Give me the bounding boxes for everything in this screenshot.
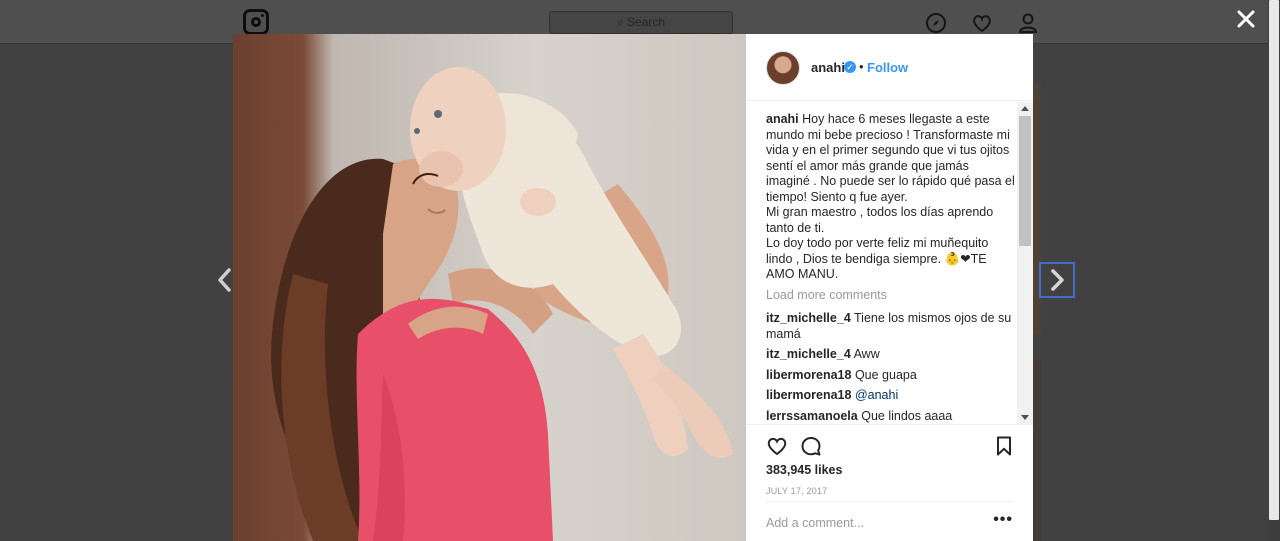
- comment-username[interactable]: itz_michelle_4: [766, 311, 851, 325]
- comment-bubble-icon[interactable]: [800, 435, 822, 457]
- load-more-comments-link[interactable]: Load more comments: [766, 288, 1016, 304]
- like-heart-icon[interactable]: [766, 435, 788, 457]
- scroll-up-arrow-icon[interactable]: [1021, 106, 1029, 111]
- post-details-panel: anahi ✓ • Follow anahi Hoy hace 6 meses …: [746, 34, 1033, 541]
- comment-mention-link[interactable]: @anahi: [855, 388, 898, 402]
- add-comment-section: •••: [766, 501, 1013, 541]
- comment-username[interactable]: itz_michelle_4: [766, 347, 851, 361]
- caption-username[interactable]: anahi: [766, 112, 799, 126]
- post-modal: anahi ✓ • Follow anahi Hoy hace 6 meses …: [233, 34, 1033, 541]
- post-photo[interactable]: [233, 34, 746, 541]
- post-header: anahi ✓ • Follow: [746, 34, 1033, 101]
- separator-dot: •: [859, 59, 864, 74]
- mother-and-baby-photo: [271, 67, 733, 541]
- comment-item: libermorena18 @anahi: [766, 388, 1016, 404]
- caption-text: Hoy hace 6 meses llegaste a este mundo m…: [766, 112, 1015, 281]
- scroll-down-arrow-icon[interactable]: [1021, 415, 1029, 420]
- window-scrollbar[interactable]: [1268, 0, 1280, 541]
- avatar[interactable]: [766, 51, 800, 85]
- save-bookmark-icon[interactable]: [993, 435, 1015, 457]
- comment-item: itz_michelle_4 Tiene los mismos ojos de …: [766, 311, 1016, 342]
- more-options-button[interactable]: •••: [993, 512, 1013, 528]
- comment-text: Aww: [853, 347, 880, 361]
- comment-item: libermorena18 Que guapa: [766, 368, 1016, 384]
- comments-list[interactable]: anahi Hoy hace 6 meses llegaste a este m…: [766, 112, 1016, 424]
- comment-username[interactable]: libermorena18: [766, 388, 851, 402]
- comment-item: itz_michelle_4 Aww: [766, 347, 1016, 363]
- comment-username[interactable]: lerrssamanoela: [766, 409, 858, 423]
- post-username[interactable]: anahi: [811, 60, 845, 75]
- caption: anahi Hoy hace 6 meses llegaste a este m…: [766, 112, 1016, 283]
- add-comment-input[interactable]: [766, 513, 986, 533]
- comments-scrollbar[interactable]: [1017, 102, 1033, 424]
- likes-count[interactable]: 383,945 likes: [766, 463, 842, 477]
- verified-badge-icon: ✓: [844, 61, 856, 73]
- window-scrollbar-thumb[interactable]: [1269, 0, 1279, 520]
- post-date[interactable]: JULY 17, 2017: [766, 486, 827, 496]
- close-icon[interactable]: [1236, 9, 1256, 29]
- next-post-arrow[interactable]: [1039, 262, 1075, 298]
- post-actions: 383,945 likes JULY 17, 2017 •••: [746, 424, 1033, 541]
- comment-text: Que guapa: [854, 367, 917, 382]
- chevron-right-icon: [1051, 269, 1064, 291]
- comments-scrollbar-thumb[interactable]: [1019, 116, 1031, 246]
- comment-text: Que lindos aaaa: [861, 408, 953, 423]
- follow-button[interactable]: Follow: [867, 60, 908, 75]
- comment-username[interactable]: libermorena18: [766, 368, 851, 382]
- comment-item: lerrssamanoela Que lindos aaaa: [766, 409, 1016, 425]
